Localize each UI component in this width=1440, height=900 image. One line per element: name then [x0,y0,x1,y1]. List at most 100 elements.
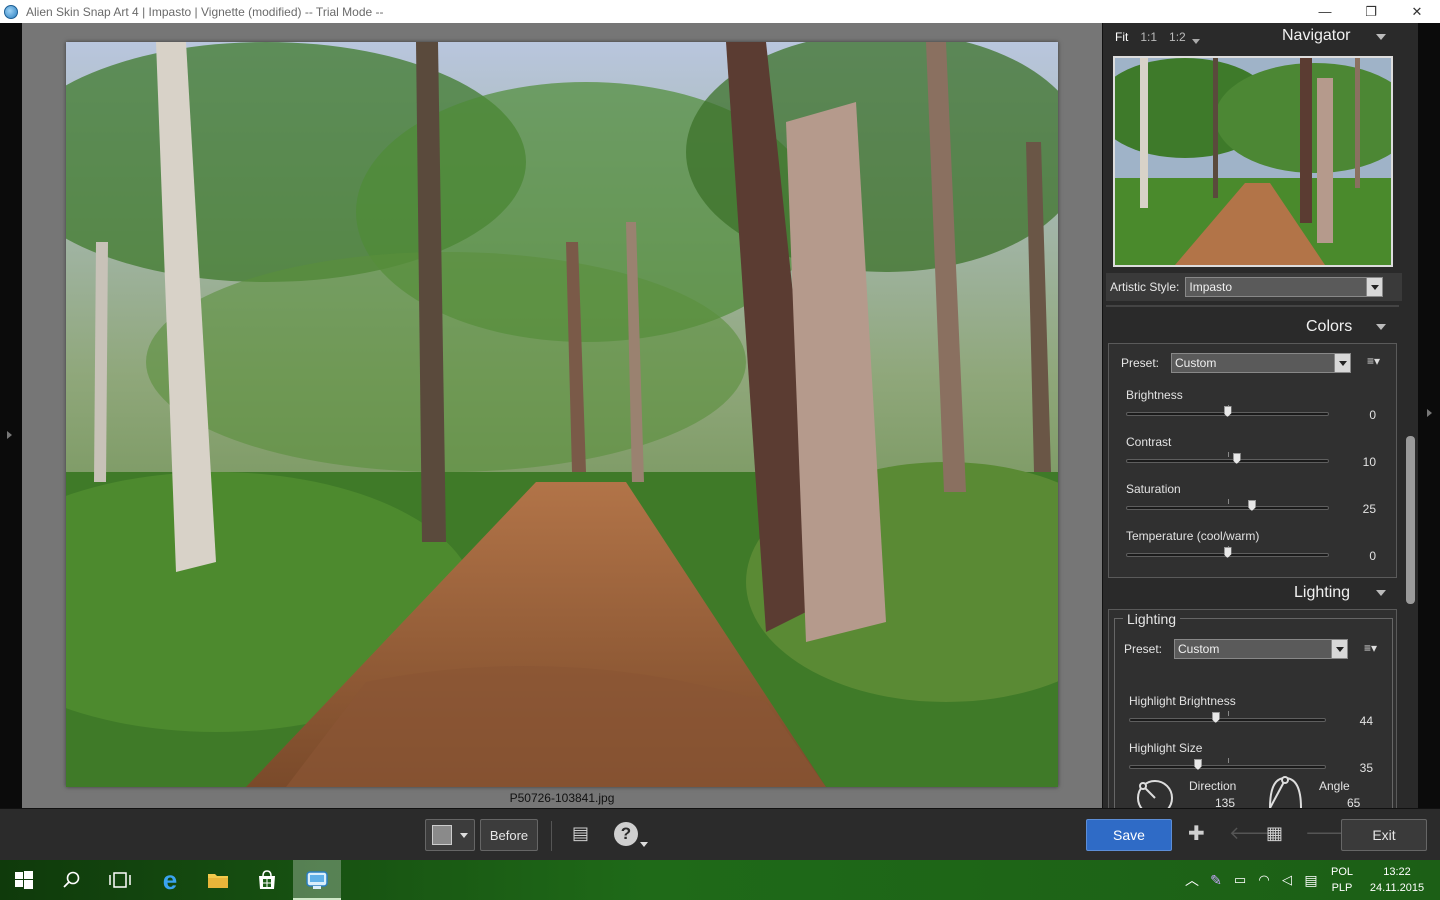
preview-image[interactable] [66,42,1058,787]
input-language[interactable]: POL PLP [1326,864,1358,896]
slider-value[interactable]: 25 [1346,502,1376,516]
slider-center-tick [1227,499,1229,504]
colors-preset-select[interactable]: Custom [1171,353,1351,373]
slider-track[interactable] [1126,506,1329,510]
help-icon[interactable]: ? [614,822,638,846]
colors-title: Colors [1306,318,1353,335]
direction-label: Direction [1189,779,1237,793]
lighting-preset-row: Preset: Custom [1124,639,1348,659]
slider-value[interactable]: 10 [1346,455,1376,469]
add-icon[interactable]: ✚ [1188,821,1205,846]
search-icon[interactable] [60,868,84,892]
direction-dial-icon[interactable] [1135,776,1175,810]
image-canvas[interactable]: P50726-103841.jpg [22,23,1102,808]
slider-label: Highlight Size [1129,741,1203,755]
slider-track[interactable] [1129,718,1326,722]
slider-value[interactable]: 35 [1343,761,1373,775]
artistic-style-select[interactable]: Impasto [1185,277,1384,297]
chevron-down-icon[interactable] [1331,640,1347,658]
edge-browser-icon[interactable]: e [158,865,182,895]
lighting-section: Lighting Preset: Custom ≡▾ Highlight Bri… [1108,609,1397,818]
layout-icon[interactable]: ▤ [572,823,589,844]
lighting-preset-label: Preset: [1124,642,1163,656]
bottom-toolbar: Before ▤ ? Save ✚ 🡐 ▦ 🡒 Exit [0,808,1440,860]
slider-track[interactable] [1129,765,1326,769]
title-bar: Alien Skin Snap Art 4 | Impasto | Vignet… [0,0,1440,23]
divider [1106,305,1399,307]
angle-value[interactable]: 65 [1347,796,1367,808]
zoom-1-1[interactable]: 1:1 [1140,30,1157,44]
navigator-title: Navigator [1282,27,1351,44]
language-code: POL [1330,866,1353,878]
show-hidden-icons-icon[interactable]: ︿ [1180,868,1204,892]
view-mode-button[interactable] [425,819,475,851]
image-filename: P50726-103841.jpg [509,791,615,805]
file-explorer-icon[interactable] [206,868,230,892]
grid-icon[interactable]: ▦ [1266,823,1283,844]
colors-section: Preset: Custom ≡▾ Brightness 0 Contrast 10 S… [1108,343,1397,578]
chevron-down-icon[interactable] [460,832,468,838]
slider-value[interactable]: 44 [1343,714,1373,728]
expand-right-icon [1427,409,1432,417]
lighting-preset-value: Custom [1178,642,1220,656]
colors-preset-menu-icon[interactable]: ≡▾ [1367,354,1380,368]
lighting-preset-menu-icon[interactable]: ≡▾ [1364,641,1377,655]
minimize-button[interactable]: — [1302,0,1348,23]
close-button[interactable]: ✕ [1394,0,1440,23]
volume-icon[interactable]: ◁ [1275,868,1299,892]
slider-center-tick [1227,452,1229,457]
windows-taskbar: e ︿ ✎ ▭ ◠ ◁ ▤ POL PLP 13:22 24.11.2015 [0,860,1440,900]
colors-collapse-icon[interactable] [1376,324,1386,330]
start-icon[interactable] [12,868,36,892]
slider-label: Brightness [1126,388,1183,402]
slider-value[interactable]: 0 [1346,408,1376,422]
wifi-icon[interactable]: ◠ [1252,868,1276,892]
expand-left-icon [7,431,12,439]
slider-value[interactable]: 0 [1346,549,1376,563]
panel-scrollbar[interactable] [1406,436,1415,604]
left-panel-toggle[interactable] [0,23,22,808]
lighting-preset-select[interactable]: Custom [1174,639,1348,659]
navigator-preview-image [1115,58,1391,265]
restore-button[interactable]: ❐ [1348,0,1394,23]
before-button[interactable]: Before [480,819,538,851]
artistic-style-value: Impasto [1189,280,1233,294]
keyboard-layout: PLP [1331,882,1353,894]
clock[interactable]: 13:22 24.11.2015 [1364,864,1430,896]
artistic-style-row: Artistic Style: Impasto [1106,273,1402,301]
right-panel-toggle[interactable] [1418,23,1440,808]
battery-icon[interactable]: ▭ [1228,868,1252,892]
help-menu-caret-icon[interactable] [640,842,648,847]
pen-tray-icon[interactable]: ✎ [1204,868,1228,892]
lighting-group-label: Lighting [1123,611,1181,627]
direction-value[interactable]: 135 [1215,796,1235,808]
task-view-icon[interactable] [108,868,132,892]
slider-center-tick [1227,711,1229,716]
zoom-1-2[interactable]: 1:2 [1169,30,1186,44]
slider-track[interactable] [1126,459,1329,463]
clock-time: 13:22 [1383,866,1411,878]
slider-label: Contrast [1126,435,1172,449]
navigator-thumbnail[interactable] [1113,56,1393,267]
snap-art-app-icon[interactable] [305,868,329,892]
navigator-header: Fit 1:1 1:2 [1103,23,1403,51]
clock-date: 24.11.2015 [1369,882,1425,894]
colors-preset-value: Custom [1175,356,1217,370]
zoom-fit[interactable]: Fit [1115,30,1128,44]
colors-preset-row: Preset: Custom [1121,353,1351,373]
toolbar-divider [551,821,552,851]
zoom-dropdown-icon[interactable] [1191,38,1200,44]
lighting-title: Lighting [1294,584,1351,601]
lighting-collapse-icon[interactable] [1376,590,1386,596]
save-button[interactable]: Save [1086,819,1172,851]
store-icon[interactable] [255,868,279,892]
exit-button[interactable]: Exit [1341,819,1427,851]
navigator-collapse-icon[interactable] [1376,34,1386,40]
action-center-icon[interactable]: ▤ [1299,868,1323,892]
slider-label: Highlight Brightness [1129,694,1236,708]
chevron-down-icon[interactable] [1334,354,1350,372]
split-view-icon [432,825,452,845]
chevron-down-icon[interactable] [1366,278,1383,296]
slider-center-tick [1227,758,1229,763]
angle-dial-icon[interactable] [1267,774,1305,810]
